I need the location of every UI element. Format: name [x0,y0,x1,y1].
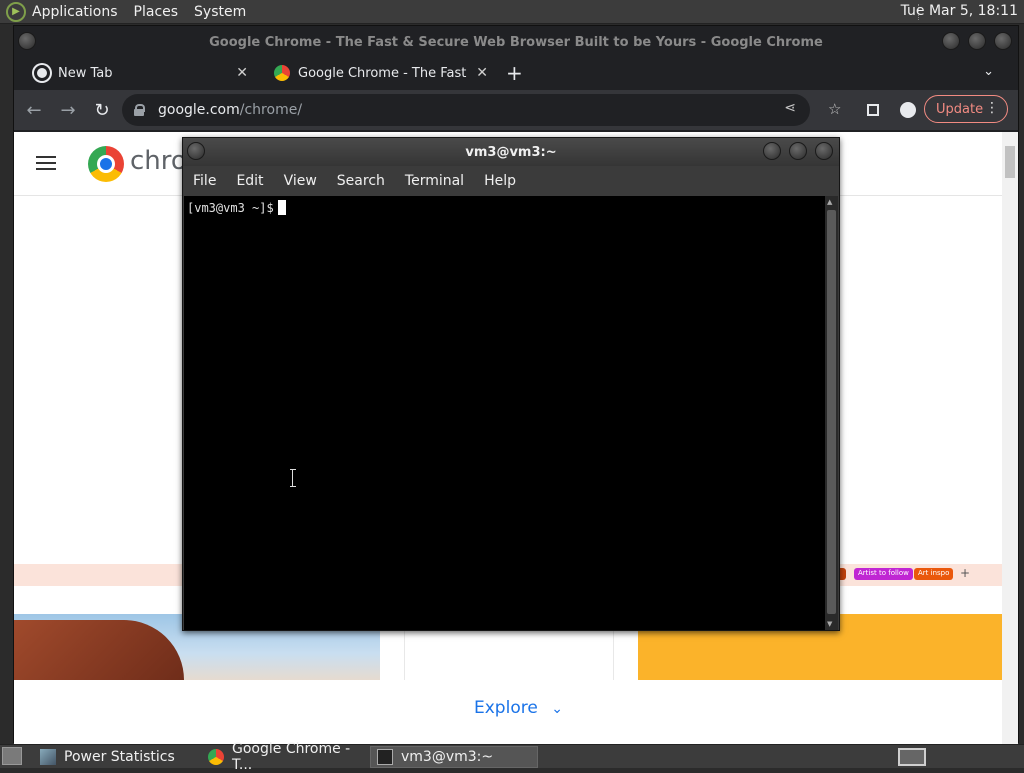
terminal-minimize-button[interactable] [763,142,781,160]
terminal-output[interactable]: [vm3@vm3 ~]$ [184,196,826,630]
terminal-prompt: [vm3@vm3 ~]$ [187,201,274,215]
terminal-close-button[interactable] [815,142,833,160]
share-icon[interactable]: ⋖ [784,100,796,116]
terminal-menubar: File Edit View Search Terminal Help [183,166,839,196]
bookmark-star-icon[interactable]: ☆ [828,100,841,118]
terminal-menu-file[interactable]: File [193,173,216,189]
url-path: /chrome/ [239,102,303,118]
chevron-down-icon: ⌄ [551,701,563,717]
close-window-button[interactable] [994,32,1012,50]
mouse-ibeam-cursor-icon [290,469,296,487]
tab-label: Google Chrome - The Fast & Secure [298,65,468,81]
new-tab-button[interactable]: + [506,61,523,85]
tag-chip-artist[interactable]: Artist to follow [854,568,913,580]
terminal-menu-edit[interactable]: Edit [236,173,263,189]
lock-icon[interactable] [134,104,145,116]
chrome-logo-favicon-icon [274,65,290,81]
taskbar-label: Power Statistics [64,749,175,765]
back-arrow-icon[interactable]: ← [20,100,48,121]
terminal-title: vm3@vm3:~ [465,144,557,160]
explore-link[interactable]: Explore ⌄ [474,698,563,718]
taskbar-label: vm3@vm3:~ [401,749,494,765]
url-host: google.com [158,102,240,118]
update-button[interactable]: Update ⋮ [924,95,1008,123]
terminal-scrollbar[interactable]: ▲ ▼ [825,196,838,630]
page-scrollbar[interactable] [1002,132,1018,744]
hamburger-menu-icon[interactable] [36,156,56,170]
terminal-window-menu-button[interactable] [187,142,205,160]
tab-search-chevron-icon[interactable]: ⌄ [983,64,994,79]
close-tab-icon[interactable]: ✕ [236,65,248,81]
taskbar-item-terminal[interactable]: vm3@vm3:~ [370,746,538,768]
profile-avatar-icon[interactable] [900,102,916,118]
chrome-favicon-icon [34,65,50,81]
panel-clock[interactable]: Tue Mar 5, 18:11 [901,3,1018,19]
show-desktop-icon[interactable] [2,747,22,765]
terminal-taskbar-icon [377,749,393,765]
brand-text[interactable]: chro [130,146,187,176]
reload-icon[interactable]: ↻ [88,100,116,121]
power-statistics-icon [40,749,56,765]
chrome-taskbar-icon [208,749,224,765]
terminal-scrollbar-thumb[interactable] [827,210,836,614]
update-label: Update [936,101,984,117]
tag-chip-art-inspo[interactable]: Art inspo [914,568,954,580]
terminal-menu-terminal[interactable]: Terminal [405,173,464,189]
page-scrollbar-thumb[interactable] [1005,146,1015,178]
workspace-switcher[interactable] [898,748,926,766]
taskbar-item-power-statistics[interactable]: Power Statistics [34,746,198,768]
tab-new-tab[interactable]: New Tab ✕ [14,58,254,88]
menu-system[interactable]: System [194,4,246,20]
taskbar-item-google-chrome[interactable]: Google Chrome - T... [202,741,368,773]
chrome-logo-icon[interactable] [88,146,124,182]
side-panel-icon[interactable] [867,104,879,116]
red-rock-shape [14,620,184,680]
terminal-cursor [277,200,286,215]
add-tag-icon[interactable]: + [960,566,970,580]
terminal-menu-search[interactable]: Search [337,173,385,189]
maximize-button[interactable] [968,32,986,50]
scroll-up-arrow-icon[interactable]: ▲ [827,198,832,206]
top-panel: ▶ Applications Places System Tue Mar 5, … [0,0,1024,24]
taskbar-label: Google Chrome - T... [232,741,351,773]
distro-logo-icon[interactable]: ▶ [6,1,26,22]
terminal-titlebar[interactable]: vm3@vm3:~ [183,138,839,166]
address-bar[interactable]: google.com/chrome/ ⋖ [122,94,810,126]
forward-arrow-icon[interactable]: → [54,100,82,121]
bottom-taskbar: Power Statistics Google Chrome - T... vm… [0,741,1024,773]
tab-google-chrome[interactable]: Google Chrome - The Fast & Secure ✕ [254,58,494,88]
scroll-down-arrow-icon[interactable]: ▼ [827,620,832,628]
terminal-maximize-button[interactable] [789,142,807,160]
close-tab-icon[interactable]: ✕ [476,65,488,81]
menu-places[interactable]: Places [134,4,179,20]
menu-applications[interactable]: Applications [32,4,118,20]
tab-label: New Tab [58,65,113,81]
tab-strip: New Tab ✕ Google Chrome - The Fast & Sec… [14,58,1018,88]
chrome-toolbar: ← → ↻ google.com/chrome/ ⋖ ☆ Update ⋮ [14,90,1018,130]
more-menu-icon[interactable]: ⋮ [985,100,999,116]
terminal-menu-help[interactable]: Help [484,173,516,189]
chrome-window-title: Google Chrome - The Fast & Secure Web Br… [209,34,823,50]
terminal-window: vm3@vm3:~ File Edit View Search Terminal… [182,137,840,631]
window-menu-button[interactable] [18,32,36,50]
terminal-menu-view[interactable]: View [284,173,317,189]
minimize-button[interactable] [942,32,960,50]
explore-label: Explore [474,698,538,718]
chrome-titlebar[interactable]: Google Chrome - The Fast & Secure Web Br… [14,26,1018,58]
